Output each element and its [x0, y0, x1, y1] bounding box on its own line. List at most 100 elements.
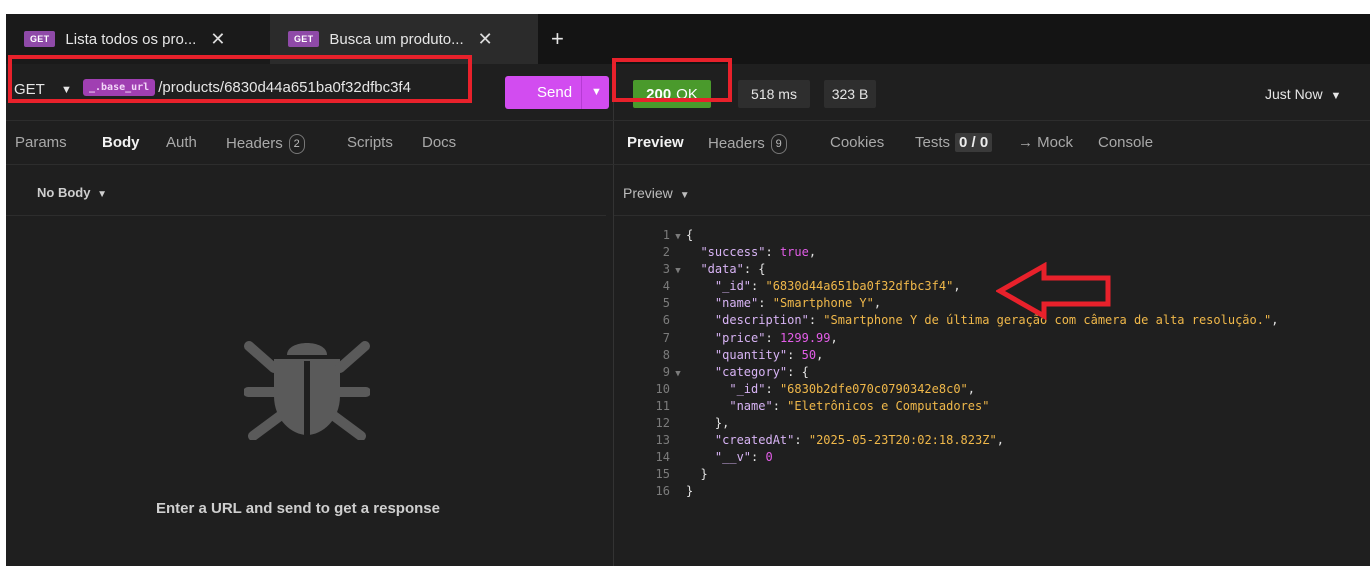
- code-line: 5 "name": "Smartphone Y",: [614, 295, 1278, 312]
- history-dropdown[interactable]: Just Now ▼: [1265, 86, 1341, 102]
- line-number: 14: [655, 450, 670, 465]
- line-number: 13: [655, 433, 670, 448]
- code-line: 11 "name": "Eletrônicos e Computadores": [614, 398, 1278, 415]
- code-token: : {: [787, 364, 809, 379]
- tab-params[interactable]: Params: [15, 134, 67, 151]
- code-line: 3 ▼ "data": {: [614, 261, 1278, 278]
- line-number: 6: [662, 313, 670, 328]
- code-token: :: [751, 279, 766, 294]
- code-token: "description": [714, 313, 809, 328]
- preview-mode-label: Preview: [623, 185, 673, 201]
- code-token: }: [686, 467, 708, 482]
- code-token: : {: [743, 262, 766, 277]
- tests-count: 0 / 0: [955, 133, 993, 152]
- body-mode-row: No Body ▼: [6, 165, 606, 216]
- code-token: ,: [808, 245, 817, 260]
- tab-tests-label: Tests: [915, 134, 951, 151]
- code-token: 1299.99: [779, 330, 831, 345]
- code-line: 12 },: [614, 415, 1278, 432]
- caret-down-icon: ▼: [97, 189, 107, 200]
- tab-response-headers-label: Headers: [708, 135, 765, 152]
- tab-preview[interactable]: Preview: [614, 121, 698, 165]
- code-token: true: [779, 245, 809, 260]
- code-token: ,: [996, 433, 1004, 448]
- tab-body[interactable]: Body: [90, 121, 152, 165]
- code-token: ,: [830, 330, 838, 345]
- code-token: :: [758, 296, 773, 311]
- code-token: "__v": [714, 450, 752, 465]
- code-token: {: [686, 228, 694, 242]
- code-token: 50: [801, 347, 817, 362]
- line-number: 5: [662, 296, 670, 311]
- tab-tests[interactable]: Tests 0 / 0: [915, 133, 993, 152]
- line-number: 11: [655, 398, 670, 413]
- body-mode-label: No Body: [37, 185, 91, 200]
- line-number: 3: [662, 262, 670, 277]
- line-number: 15: [655, 467, 670, 482]
- status-highlight-box: [612, 58, 732, 102]
- send-button[interactable]: Send ▼: [505, 76, 609, 109]
- send-split-divider: [581, 76, 582, 109]
- code-line: 2 "success": true,: [614, 244, 1278, 261]
- tab-docs[interactable]: Docs: [422, 134, 456, 151]
- response-time: 518 ms: [738, 80, 810, 108]
- caret-down-icon: ▼: [1330, 90, 1342, 102]
- code-token: ,: [1271, 313, 1279, 328]
- json-preview[interactable]: 1 ▼{2 "success": true, 3 ▼ "data": {4 "_id"…: [614, 227, 1279, 501]
- tab-console[interactable]: Console: [1098, 134, 1153, 151]
- code-line: 15 }: [614, 466, 1278, 483]
- code-token: ,: [873, 296, 882, 311]
- close-icon[interactable]: ✕: [210, 29, 225, 50]
- tab-headers-label: Headers: [226, 135, 283, 152]
- line-number: 12: [655, 416, 670, 431]
- tab-label: Lista todos os pro...: [65, 30, 197, 48]
- empty-state-message: Enter a URL and send to get a response: [156, 500, 440, 517]
- code-token: }: [686, 484, 694, 499]
- code-line: 13 "createdAt": "2025-05-23T20:02:18.823…: [614, 432, 1278, 449]
- code-token: "Smartphone Y": [772, 296, 874, 311]
- close-icon[interactable]: ✕: [478, 29, 493, 50]
- code-token: :: [765, 330, 780, 345]
- code-token: "name": [714, 296, 759, 311]
- tab-auth[interactable]: Auth: [166, 134, 197, 151]
- tab-label: Busca um produto...: [329, 30, 464, 48]
- timestamp-label: Just Now: [1265, 86, 1323, 102]
- response-headers-count: 9: [770, 134, 787, 154]
- tab-scripts[interactable]: Scripts: [347, 134, 393, 151]
- preview-mode-row: Preview ▼: [614, 165, 1370, 216]
- url-highlight-box: [8, 55, 472, 103]
- tab-mock[interactable]: → Mock: [1018, 134, 1073, 151]
- code-token: :: [765, 381, 780, 396]
- line-number: 7: [662, 330, 670, 345]
- line-number: 2: [662, 245, 670, 260]
- code-token: "price": [714, 330, 766, 345]
- code-token: :: [772, 398, 788, 413]
- response-size: 323 B: [824, 80, 876, 108]
- code-token: :: [808, 313, 824, 328]
- code-line: 8 "quantity": 50,: [614, 347, 1278, 364]
- code-token: "2025-05-23T20:02:18.823Z": [808, 433, 997, 448]
- caret-down-icon[interactable]: ▼: [591, 86, 602, 98]
- code-line: 4 "_id": "6830d44a651ba0f32dfbc3f4",: [614, 278, 1278, 295]
- tab-headers[interactable]: Headers 2: [226, 134, 305, 154]
- tab-response-headers[interactable]: Headers 9: [708, 134, 787, 154]
- code-token: "_id": [729, 381, 766, 396]
- code-token: "6830b2dfe070c0790342e8c0": [779, 381, 968, 396]
- tab-cookies[interactable]: Cookies: [830, 134, 884, 151]
- code-token: :: [751, 450, 766, 465]
- code-line: 10 "_id": "6830b2dfe070c0790342e8c0",: [614, 381, 1278, 398]
- code-token: },: [686, 416, 730, 431]
- preview-mode-dropdown[interactable]: Preview ▼: [623, 185, 690, 201]
- code-line: 7 "price": 1299.99,: [614, 330, 1278, 347]
- code-token: 0: [765, 450, 773, 465]
- method-badge: GET: [288, 31, 320, 47]
- add-tab-icon[interactable]: +: [551, 26, 564, 52]
- body-mode-dropdown[interactable]: No Body ▼: [37, 185, 107, 200]
- code-line: 16}: [614, 483, 1278, 500]
- sub-tabs: Params Body Auth Headers 2 Scripts Docs P…: [6, 120, 1370, 165]
